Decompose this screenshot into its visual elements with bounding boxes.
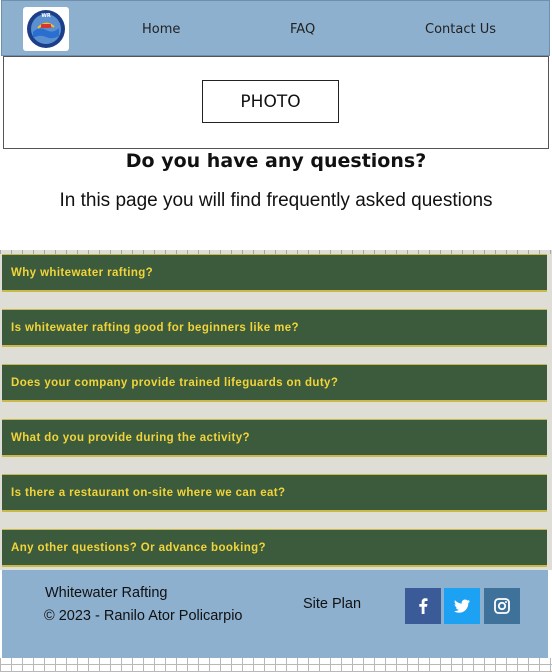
page-title: Do you have any questions?: [125, 150, 427, 172]
instagram-button[interactable]: [484, 588, 520, 624]
faq-question: What do you provide during the activity?: [11, 432, 250, 444]
nav-home[interactable]: Home: [142, 22, 180, 37]
bottom-grid-decoration: [0, 658, 552, 672]
nav-faq[interactable]: FAQ: [290, 22, 315, 37]
logo[interactable]: WR: [23, 7, 69, 51]
faq-item[interactable]: Is there a restaurant on-site where we c…: [2, 474, 547, 512]
page-subtitle: In this page you will find frequently as…: [59, 190, 493, 211]
site-footer: Whitewater Rafting © 2023 - Ranilo Ator …: [2, 570, 548, 658]
twitter-icon: [454, 599, 470, 613]
faq-item[interactable]: Any other questions? Or advance booking?: [2, 529, 547, 567]
site-plan-link[interactable]: Site Plan: [303, 596, 361, 612]
hero-banner: PHOTO: [3, 56, 549, 149]
faq-question: Does your company provide trained lifegu…: [11, 377, 339, 389]
svg-text:WR: WR: [41, 13, 51, 19]
faq-item[interactable]: Does your company provide trained lifegu…: [2, 364, 547, 402]
faq-item[interactable]: Why whitewater rafting?: [2, 254, 547, 292]
twitter-button[interactable]: [444, 588, 480, 624]
rafting-logo-icon: WR: [27, 10, 65, 48]
nav-contact-us[interactable]: Contact Us: [425, 22, 496, 37]
faq-item[interactable]: Is whitewater rafting good for beginners…: [2, 309, 547, 347]
faq-list: Why whitewater rafting? Is whitewater ra…: [0, 250, 552, 570]
faq-item[interactable]: What do you provide during the activity?: [2, 419, 547, 457]
faq-question: Why whitewater rafting?: [11, 267, 154, 279]
footer-copyright: © 2023 - Ranilo Ator Policarpio: [44, 608, 243, 624]
footer-brand: Whitewater Rafting: [45, 585, 168, 601]
photo-placeholder: PHOTO: [202, 80, 339, 123]
facebook-button[interactable]: [405, 588, 441, 624]
facebook-icon: [419, 598, 428, 614]
faq-question: Is there a restaurant on-site where we c…: [11, 487, 286, 499]
instagram-icon: [494, 598, 510, 614]
faq-question: Any other questions? Or advance booking?: [11, 542, 266, 554]
site-header: WR Home FAQ Contact Us: [1, 0, 550, 56]
faq-question: Is whitewater rafting good for beginners…: [11, 322, 299, 334]
